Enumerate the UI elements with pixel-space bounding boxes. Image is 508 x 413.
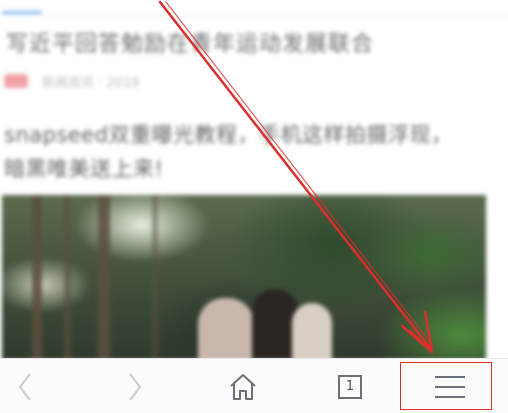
article-photo[interactable] — [2, 195, 486, 358]
forward-button[interactable] — [110, 359, 160, 413]
home-icon — [230, 373, 256, 400]
home-button[interactable] — [218, 359, 268, 413]
bottom-toolbar: 1 — [0, 358, 508, 413]
tabs-count-box: 1 — [338, 374, 362, 399]
tree-trunk — [98, 195, 110, 358]
tag-badge — [4, 74, 28, 88]
tree-trunk — [64, 195, 71, 358]
news-feed[interactable]: 写近平回答勉励在青年运动发展联合 新闻资讯 · 2019 snapseed双重曝… — [0, 0, 508, 358]
chevron-left-icon — [18, 372, 31, 401]
person-figure — [292, 303, 332, 358]
blurred-content: 写近平回答勉励在青年运动发展联合 新闻资讯 · 2019 snapseed双重曝… — [0, 0, 508, 358]
chevron-right-icon — [129, 372, 142, 401]
tabs-count: 1 — [345, 379, 355, 394]
hamburger-menu-icon — [435, 375, 465, 398]
tree-trunk — [152, 195, 158, 358]
person-figure — [198, 298, 254, 358]
browser-screen: 写近平回答勉励在青年运动发展联合 新闻资讯 · 2019 snapseed双重曝… — [0, 0, 508, 413]
tabs-button[interactable]: 1 — [325, 359, 375, 413]
active-tab-indicator — [2, 11, 42, 14]
top-divider — [0, 15, 508, 16]
menu-button[interactable] — [420, 359, 480, 413]
tree-trunk — [32, 195, 42, 358]
article-headline-1[interactable]: 写近平回答勉励在青年运动发展联合 — [6, 30, 486, 60]
back-button[interactable] — [0, 359, 50, 413]
article-headline-2[interactable]: snapseed双重曝光教程，手机这样拍摄浮现，暗黑唯美送上来! — [4, 118, 474, 186]
article-meta-1: 新闻资讯 · 2019 — [42, 76, 140, 91]
